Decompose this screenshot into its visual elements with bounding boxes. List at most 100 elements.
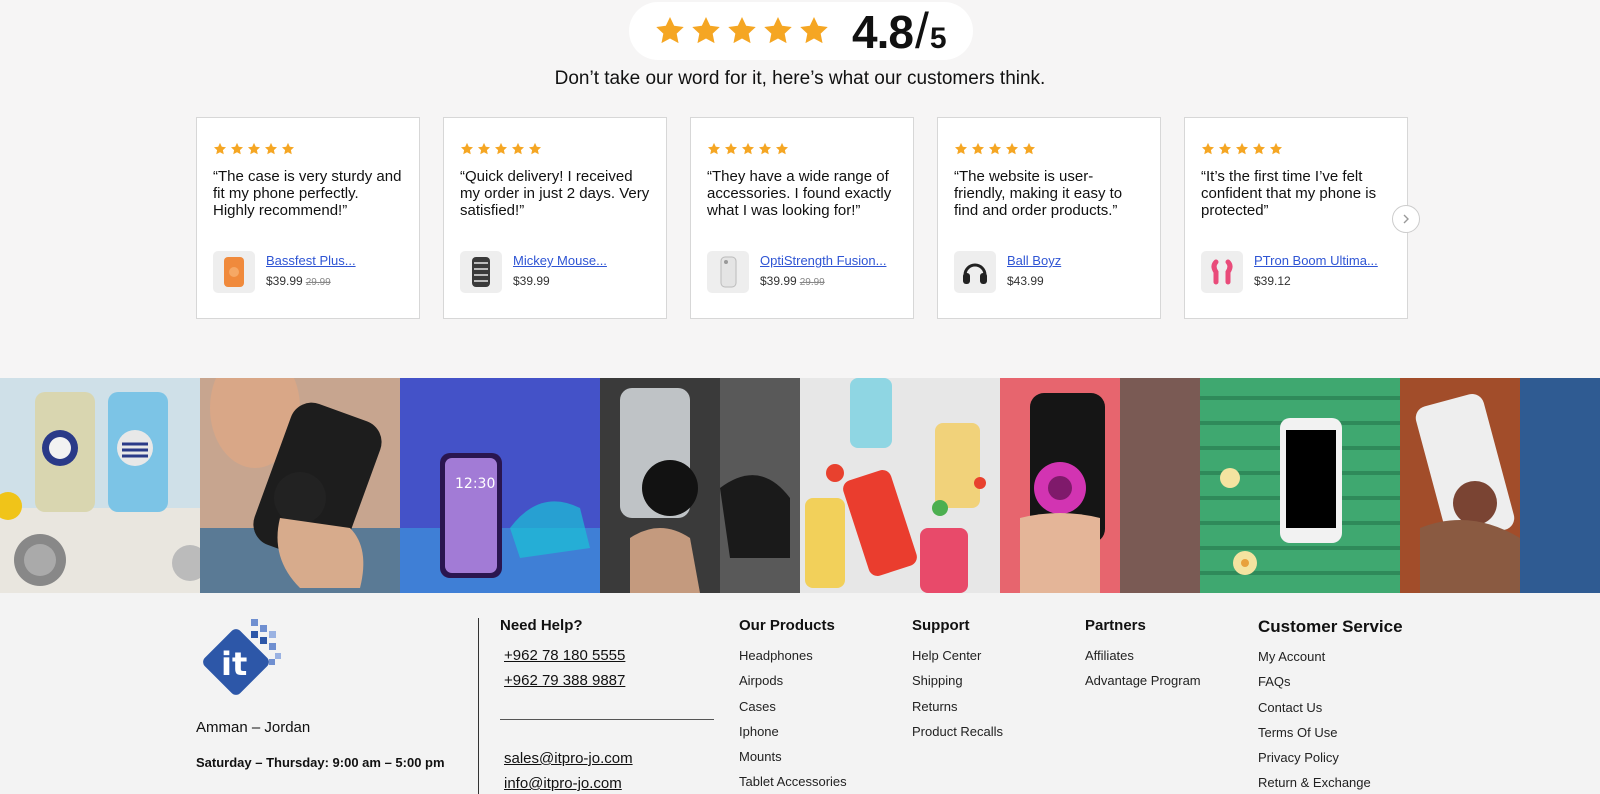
product-link[interactable]: Mickey Mouse... [513, 253, 607, 268]
email-link[interactable]: info@itpro-jo.com [504, 775, 714, 794]
chevron-right-icon [1403, 214, 1409, 224]
footer-link[interactable]: Returns [912, 699, 1003, 724]
product-price: $39.12 [1254, 274, 1378, 288]
phone-lockscreen-photo: 12:30 [400, 378, 600, 593]
product-link[interactable]: Ball Boyz [1007, 253, 1061, 268]
star-icon [477, 142, 491, 155]
star-icon [656, 17, 684, 44]
product-price: $39.99 29.99 [760, 274, 886, 288]
current-price: $39.12 [1254, 274, 1291, 288]
review-product: Ball Boyz $43.99 [954, 251, 1061, 293]
reviews-carousel: “The case is very sturdy and fit my phon… [196, 117, 1408, 319]
star-icon [954, 142, 968, 155]
star-icon [1269, 142, 1283, 155]
current-price: $39.99 [513, 274, 550, 288]
lockscreen-clock: 12:30 [455, 476, 495, 492]
gallery-image[interactable]: 12:30 [400, 378, 600, 593]
man-with-phone-grip-photo [1400, 378, 1600, 593]
review-product: PTron Boom Ultima... $39.12 [1201, 251, 1378, 293]
review-stars [460, 142, 650, 158]
star-icon [230, 142, 244, 155]
products-title: Our Products [739, 617, 835, 634]
footer-link[interactable]: Airpods [739, 673, 847, 698]
star-icon [460, 142, 474, 155]
footer-link[interactable]: Affiliates [1085, 648, 1201, 673]
pink-grip-phone-photo [1000, 378, 1200, 593]
carousel-next-button[interactable] [1392, 205, 1420, 233]
review-stars [954, 142, 1144, 158]
phone-link[interactable]: +962 79 388 9887 [504, 672, 714, 697]
gallery-image[interactable] [800, 378, 1000, 593]
footer-link[interactable]: Product Recalls [912, 724, 1003, 749]
star-icon [728, 17, 756, 44]
product-thumbnail[interactable] [954, 251, 996, 293]
product-price: $43.99 [1007, 274, 1061, 288]
rating-slash: / [914, 3, 929, 59]
footer-help-column: Need Help? +962 78 180 5555 +962 79 388 … [500, 617, 714, 794]
gallery-image[interactable] [0, 378, 200, 593]
gallery-image[interactable] [1200, 378, 1400, 593]
star-icon [800, 17, 828, 44]
star-icon [971, 142, 985, 155]
product-link[interactable]: OptiStrength Fusion... [760, 253, 886, 268]
old-price: 29.99 [799, 277, 825, 288]
car-mount-photo [600, 378, 800, 593]
footer-link[interactable]: Tablet Accessories [739, 774, 847, 794]
gallery-image[interactable] [200, 378, 400, 593]
svg-text:it: it [221, 645, 247, 683]
star-icon [707, 142, 721, 155]
footer-link[interactable]: Help Center [912, 648, 1003, 673]
business-hours: Saturday – Thursday: 9:00 am – 5:00 pm [196, 755, 445, 770]
review-stars [213, 142, 403, 158]
footer-link[interactable]: Privacy Policy [1258, 750, 1403, 775]
star-icon [1218, 142, 1232, 155]
product-link[interactable]: PTron Boom Ultima... [1254, 253, 1378, 268]
review-stars [1201, 142, 1391, 158]
footer-link[interactable]: Iphone [739, 724, 847, 749]
star-icon [775, 142, 789, 155]
review-quote: “They have a wide range of accessories. … [707, 168, 892, 219]
product-thumbnail[interactable] [1201, 251, 1243, 293]
gallery-image[interactable] [1000, 378, 1200, 593]
phone-link[interactable]: +962 78 180 5555 [504, 647, 714, 672]
footer-link[interactable]: Contact Us [1258, 700, 1403, 725]
footer-link[interactable]: Headphones [739, 648, 847, 673]
footer-products-column: Our Products Headphones Airpods Cases Ip… [739, 617, 847, 794]
current-price: $39.99 [760, 274, 797, 288]
footer-link[interactable]: My Account [1258, 649, 1403, 674]
current-price: $43.99 [1007, 274, 1044, 288]
company-location: Amman – Jordan [196, 719, 311, 736]
footer-link[interactable]: Shipping [912, 673, 1003, 698]
woman-holding-phone-photo [200, 378, 400, 593]
review-product: OptiStrength Fusion... $39.99 29.99 [707, 251, 886, 293]
footer-link[interactable]: Mounts [739, 749, 847, 774]
patterned-case-icon [472, 257, 490, 287]
product-link[interactable]: Bassfest Plus... [266, 253, 356, 268]
star-icon [1201, 142, 1215, 155]
colorful-cases-flatlay-photo [800, 378, 1000, 593]
footer-link[interactable]: FAQs [1258, 674, 1403, 699]
pink-earbuds-icon [1211, 259, 1233, 285]
star-icon [281, 142, 295, 155]
email-link[interactable]: sales@itpro-jo.com [504, 750, 714, 775]
product-thumbnail[interactable] [213, 251, 255, 293]
star-icon [741, 142, 755, 155]
star-icon [692, 17, 720, 44]
footer-link[interactable]: Advantage Program [1085, 673, 1201, 698]
headphones-icon [963, 263, 987, 284]
review-quote: “Quick delivery! I received my order in … [460, 168, 650, 219]
footer-link[interactable]: Cases [739, 699, 847, 724]
rating-stars [654, 15, 830, 47]
product-thumbnail[interactable] [707, 251, 749, 293]
gallery-image[interactable] [600, 378, 800, 593]
star-icon [1005, 142, 1019, 155]
star-icon [247, 142, 261, 155]
company-logo[interactable]: it [199, 615, 283, 697]
phone-on-green-wood-photo [1200, 378, 1400, 593]
footer-link[interactable]: Terms Of Use [1258, 725, 1403, 750]
review-quote: “The website is user-friendly, making it… [954, 168, 1123, 219]
footer-support-column: Support Help Center Shipping Returns Pro… [912, 617, 1003, 749]
gallery-image[interactable] [1400, 378, 1600, 593]
footer-link[interactable]: Return & Exchange [1258, 775, 1403, 794]
product-thumbnail[interactable] [460, 251, 502, 293]
